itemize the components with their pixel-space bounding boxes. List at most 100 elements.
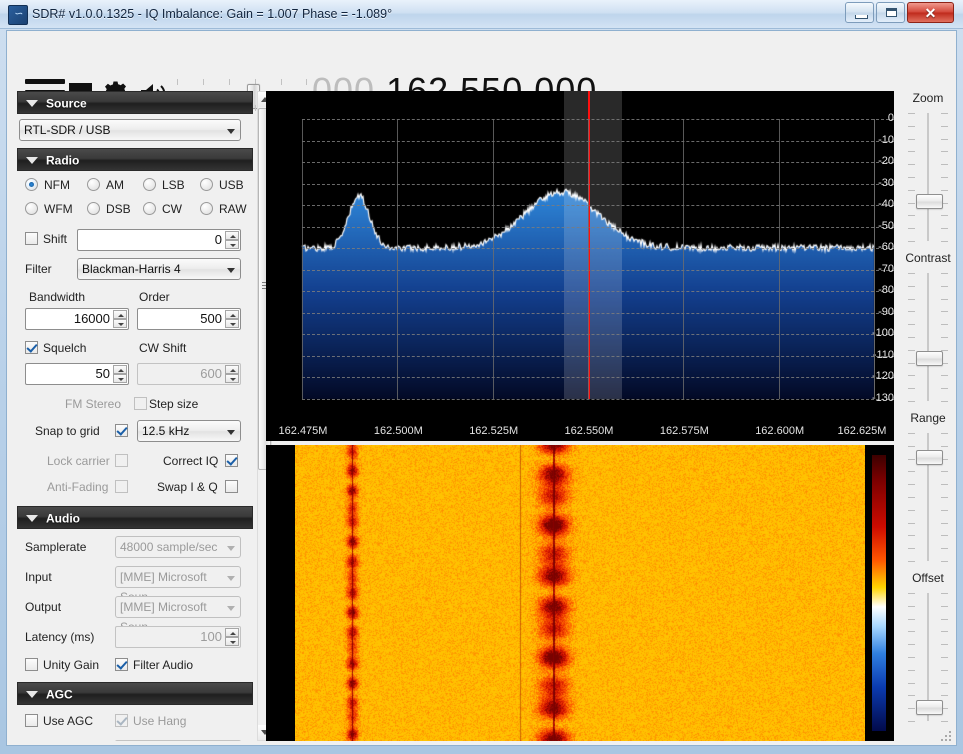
filter-audio-checkbox[interactable]: Filter Audio	[115, 656, 193, 674]
chevron-down-icon	[227, 546, 235, 551]
slider-tick	[908, 298, 915, 300]
x-axis-tick-label: 162.475M	[278, 425, 328, 437]
y-axis-tick-label: -20	[878, 155, 894, 168]
slider-thumb-range[interactable]	[916, 450, 943, 465]
slider-range[interactable]	[900, 433, 956, 562]
x-axis-tick-label: 162.600M	[755, 425, 805, 437]
chevron-down-icon	[227, 430, 235, 435]
source-device-select[interactable]: RTL-SDR / USB	[19, 119, 241, 141]
shift-label: Shift	[43, 232, 68, 246]
y-axis-tick-label: -100	[871, 327, 894, 340]
bandwidth-input[interactable]: 16000	[25, 308, 129, 330]
checkbox-icon	[225, 480, 238, 493]
chevron-down-icon	[26, 157, 38, 165]
selection-band[interactable]	[564, 91, 623, 399]
spinner-up-icon[interactable]	[113, 365, 127, 374]
chevron-down-icon	[227, 606, 235, 611]
slider-thumb-contrast[interactable]	[916, 351, 943, 366]
unity-gain-checkbox[interactable]: Unity Gain	[25, 656, 99, 674]
slider-tick	[941, 445, 948, 447]
swap-iq-label: Swap I & Q	[157, 480, 218, 494]
order-input[interactable]: 500	[137, 308, 241, 330]
control-panel: Source RTL-SDR / USB Radio NFM AM LSB US…	[17, 91, 253, 741]
slider-tick	[941, 388, 948, 390]
grid-line	[302, 140, 894, 142]
mode-radio-cw[interactable]: CW	[143, 200, 193, 218]
y-axis-tick-label: -130	[871, 392, 894, 404]
chevron-down-icon	[227, 268, 235, 273]
radio-dot-icon	[25, 202, 38, 215]
radio-dot-icon	[87, 178, 100, 191]
slider-tick	[908, 241, 915, 242]
mode-radio-wfm[interactable]: WFM	[25, 200, 85, 218]
checkbox-icon	[134, 397, 147, 410]
radio-group-header[interactable]: Radio	[17, 148, 253, 171]
slider-offset[interactable]	[900, 593, 956, 722]
spinner-down-icon[interactable]	[225, 319, 239, 328]
spinner-up-icon[interactable]	[225, 231, 239, 240]
slider-tick	[941, 593, 948, 594]
maximize-button[interactable]	[876, 2, 905, 23]
filter-select[interactable]: Blackman-Harris 4	[77, 258, 241, 280]
latency-label: Latency (ms)	[25, 630, 95, 644]
source-group-header[interactable]: Source	[17, 91, 253, 114]
samplerate-value: 48000 sample/sec	[120, 540, 218, 554]
mode-radio-dsb[interactable]: DSB	[87, 200, 142, 218]
slider-contrast[interactable]	[900, 273, 956, 402]
slider-tick	[941, 215, 948, 217]
filter-audio-label: Filter Audio	[133, 658, 194, 672]
spectrum-analyzer[interactable]: 0 -10 -20 -30 -40 -50 -60 -70 -80 -90 -100 -110 -120…	[266, 91, 894, 441]
shift-checkbox[interactable]: Shift	[25, 230, 67, 248]
slider-tick	[941, 113, 948, 114]
radio-dot-icon	[25, 178, 38, 191]
slider-thumb-offset[interactable]	[916, 700, 943, 715]
shift-input[interactable]: 0	[77, 229, 241, 251]
resize-grip[interactable]	[941, 731, 953, 743]
spinner-down-icon[interactable]	[113, 374, 127, 383]
slider-tick	[908, 561, 915, 562]
mode-label: USB	[219, 178, 244, 192]
grid-line	[302, 162, 894, 164]
spinner-down-icon[interactable]	[113, 319, 127, 328]
slider-tick	[941, 682, 948, 684]
mode-radio-lsb[interactable]: LSB	[143, 176, 198, 194]
samplerate-label: Samplerate	[25, 540, 87, 554]
y-axis-tick-label: -90	[878, 305, 894, 318]
chevron-down-icon	[227, 576, 235, 581]
spinner-down-icon[interactable]	[225, 240, 239, 249]
mode-radio-raw[interactable]: RAW	[200, 200, 253, 218]
slider-tick	[941, 337, 948, 338]
close-icon: ✕	[924, 5, 937, 21]
slider-tick	[908, 401, 915, 402]
mode-radio-usb[interactable]: USB	[200, 176, 253, 194]
slider-tick	[941, 433, 948, 434]
mode-radio-am[interactable]: AM	[87, 176, 139, 194]
use-agc-label: Use AGC	[43, 714, 94, 728]
spinner-up-icon[interactable]	[225, 310, 239, 319]
waterfall-display[interactable]	[266, 445, 894, 741]
minimize-button[interactable]	[845, 2, 874, 23]
use-agc-checkbox[interactable]: Use AGC	[25, 712, 93, 730]
slider-thumb-zoom[interactable]	[916, 194, 943, 209]
slider-tick	[908, 535, 915, 537]
slider-tick	[941, 605, 948, 607]
slider-tick	[908, 202, 915, 204]
slider-tick	[941, 401, 948, 402]
close-button[interactable]: ✕	[907, 2, 954, 23]
application-window: ∽ SDR# v1.0.0.1325 - IQ Imbalance: Gain …	[0, 0, 963, 754]
grid-line	[588, 119, 589, 399]
slider-tick	[908, 644, 915, 646]
slider-zoom[interactable]	[900, 113, 956, 242]
squelch-input[interactable]: 50	[25, 363, 129, 385]
squelch-checkbox[interactable]: Squelch	[25, 339, 86, 357]
slider-tick	[908, 721, 915, 722]
maximize-icon	[886, 8, 897, 17]
audio-group-header[interactable]: Audio	[17, 506, 253, 529]
slider-tick	[908, 618, 915, 620]
mode-radio-nfm[interactable]: NFM	[25, 176, 85, 194]
use-hang-checkbox: Use Hang	[115, 712, 186, 730]
x-axis-tick-label: 162.550M	[564, 425, 614, 437]
step-size-select[interactable]: 12.5 kHz	[137, 420, 241, 442]
spinner-up-icon[interactable]	[113, 310, 127, 319]
agc-group-header[interactable]: AGC	[17, 682, 253, 705]
